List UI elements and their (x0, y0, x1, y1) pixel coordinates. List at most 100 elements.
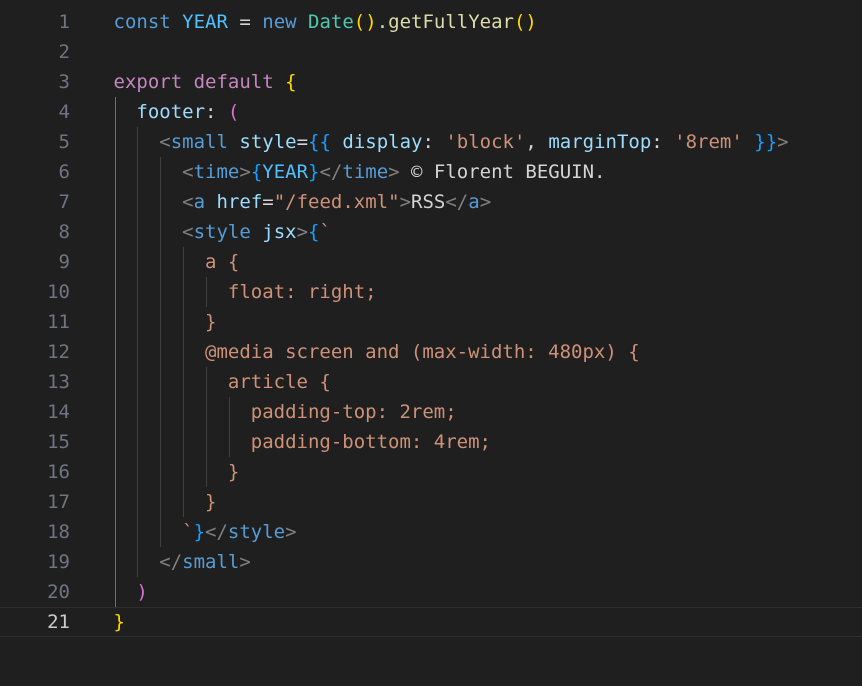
code-token: </ (205, 521, 228, 543)
line-number: 4 (58, 101, 70, 123)
code-token: style (239, 131, 297, 153)
code-text: padding-top: 2rem; (114, 397, 457, 427)
code-token: small (182, 551, 240, 573)
code-line[interactable]: 7 <a href="/feed.xml">RSS</a> (0, 187, 862, 217)
code-token: '8rem' (674, 131, 743, 153)
code-text: a { (113, 247, 240, 277)
code-token: </ (159, 551, 183, 573)
code-token: a (468, 191, 480, 213)
code-token: = (227, 11, 263, 33)
line-number: 18 (47, 521, 70, 543)
code-line[interactable]: 21} (0, 607, 862, 637)
code-token: time (193, 161, 240, 183)
code-text: } (114, 307, 216, 337)
code-token: < (182, 191, 194, 213)
code-text: <time>{YEAR}</time> © Florent BEGUIN. (114, 157, 605, 187)
code-text: } (114, 487, 216, 517)
code-token: style (193, 221, 251, 243)
code-text: article { (114, 367, 331, 397)
code-line[interactable]: 13 article { (0, 367, 862, 397)
code-token: > (239, 161, 251, 183)
code-line[interactable]: 15 padding-bottom: 4rem; (0, 427, 862, 457)
line-number: 3 (58, 71, 70, 93)
code-token: < (182, 161, 194, 183)
line-number: 12 (47, 341, 70, 363)
code-token: : (205, 101, 228, 123)
code-token: } (308, 161, 320, 183)
code-line[interactable]: 9 a { (0, 247, 862, 277)
code-token: href (216, 191, 263, 213)
code-text: <a href="/feed.xml">RSS</a> (114, 187, 491, 217)
line-number: 2 (58, 41, 70, 63)
code-token: @media screen and (max-width: 480px) { (113, 341, 640, 363)
code-token: { (250, 161, 263, 183)
code-line[interactable]: 2 (0, 37, 862, 67)
code-line[interactable]: 5 <small style={{ display: 'block', marg… (0, 127, 862, 157)
code-token: > (399, 191, 412, 213)
code-token: = (296, 131, 309, 153)
code-token: } (113, 461, 240, 483)
code-editor[interactable]: 1 const YEAR = new Date().getFullYear() 2 3… (0, 0, 862, 686)
code-line[interactable]: 4 footer: ( (0, 97, 862, 127)
code-token: } (193, 521, 206, 543)
code-text: float: right; (114, 277, 377, 307)
line-number: 9 (58, 251, 70, 273)
code-line[interactable]: 11 } (0, 307, 862, 337)
code-token: ( (227, 101, 240, 123)
code-line[interactable]: 12 @media screen and (max-width: 480px) … (0, 337, 862, 367)
line-number: 5 (58, 131, 70, 153)
code-line[interactable]: 16 } (0, 457, 862, 487)
code-line[interactable]: 17 } (0, 487, 862, 517)
code-line[interactable]: 18 `}</style> (0, 517, 862, 547)
line-number: 15 (47, 431, 70, 453)
code-token: </ (445, 191, 469, 213)
code-text: `}</style> (113, 517, 296, 547)
code-token: YEAR (182, 11, 228, 33)
code-token: > (296, 221, 309, 243)
code-token: ` (113, 521, 194, 543)
code-line[interactable]: 10 float: right; (0, 277, 862, 307)
code-token: YEAR (262, 161, 309, 183)
code-line[interactable]: 3 export default { (0, 67, 862, 97)
code-token: small (170, 131, 228, 153)
code-token: ) (136, 581, 148, 603)
code-token: marginTop (548, 131, 652, 153)
line-number: 11 (47, 311, 70, 333)
code-token: Date (308, 11, 354, 33)
code-line[interactable]: 6 <time>{YEAR}</time> © Florent BEGUIN. (0, 157, 862, 187)
line-number: 6 (58, 161, 70, 183)
code-token: a { (113, 251, 240, 273)
code-token: () (353, 11, 377, 33)
code-text: <style jsx>{` (114, 217, 331, 247)
line-number: 14 (47, 401, 70, 423)
line-number: 13 (47, 371, 70, 393)
code-line[interactable]: 19 </small> (0, 547, 862, 577)
code-token: , (525, 131, 549, 153)
code-token: style (227, 521, 286, 543)
code-token: </ (319, 161, 343, 183)
code-token: 'block' (445, 131, 526, 153)
code-token: : (651, 131, 675, 153)
code-line[interactable]: 8 <style jsx>{` (0, 217, 862, 247)
code-token: new (262, 11, 297, 33)
line-number: 7 (58, 191, 70, 213)
code-token: }} (754, 131, 778, 153)
code-line[interactable]: 20 ) (0, 577, 862, 607)
code-token: footer (136, 101, 206, 123)
line-number: 21 (47, 611, 70, 633)
code-line[interactable]: 1 const YEAR = new Date().getFullYear() (0, 7, 862, 37)
code-token: } (113, 611, 125, 633)
code-token: jsx (262, 221, 297, 243)
code-line[interactable]: 14 padding-top: 2rem; (0, 397, 862, 427)
